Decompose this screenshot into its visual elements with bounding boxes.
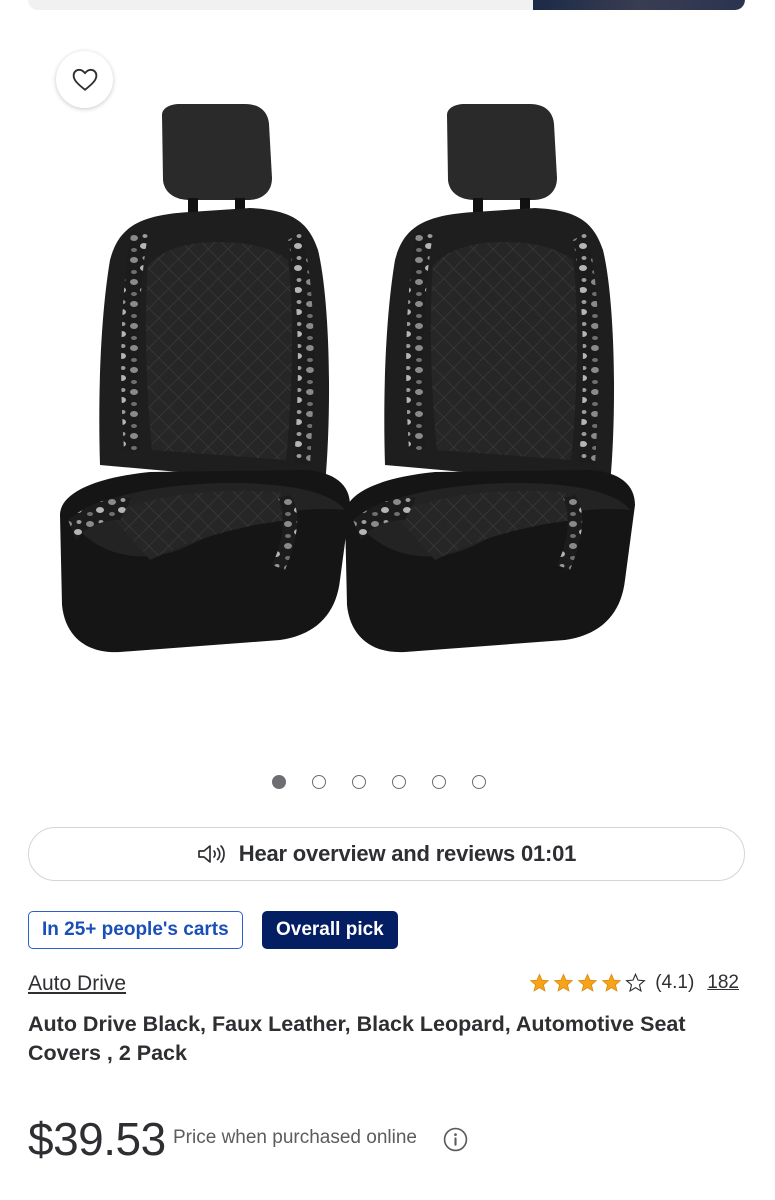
rating[interactable]: (4.1) 182 xyxy=(529,972,739,994)
carousel-dot-4[interactable] xyxy=(392,775,406,789)
product-image[interactable] xyxy=(40,100,735,710)
carousel-dot-6[interactable] xyxy=(472,775,486,789)
rating-value: (4.1) xyxy=(655,972,695,993)
image-carousel-dots xyxy=(272,775,486,789)
price: $39.53 xyxy=(28,1113,166,1165)
star-outline-icon xyxy=(625,973,646,993)
info-circle-icon xyxy=(443,1127,468,1152)
overall-pick-badge: Overall pick xyxy=(262,911,398,949)
brand-link[interactable]: Auto Drive xyxy=(28,972,126,996)
carousel-dot-2[interactable] xyxy=(312,775,326,789)
price-note: Price when purchased online xyxy=(173,1127,417,1148)
price-info-button[interactable] xyxy=(443,1127,468,1157)
product-title: Auto Drive Black, Faux Leather, Black Le… xyxy=(28,1012,686,1065)
star-icon xyxy=(553,973,574,992)
review-count-link[interactable]: 182 xyxy=(707,972,739,994)
previous-banner-image xyxy=(533,0,745,10)
heart-outline-icon xyxy=(72,68,97,91)
hear-overview-button[interactable]: Hear overview and reviews 01:01 xyxy=(28,827,745,881)
star-icon xyxy=(577,973,598,992)
star-icon xyxy=(601,973,622,992)
hear-overview-label: Hear overview and reviews 01:01 xyxy=(238,841,577,866)
carousel-dot-1[interactable] xyxy=(272,775,286,789)
carousel-dot-3[interactable] xyxy=(352,775,366,789)
speaker-icon xyxy=(197,845,225,863)
carousel-dot-5[interactable] xyxy=(432,775,446,789)
carts-badge: In 25+ people's carts xyxy=(28,911,243,949)
previous-content-strip xyxy=(28,0,745,10)
star-icon xyxy=(529,973,550,992)
